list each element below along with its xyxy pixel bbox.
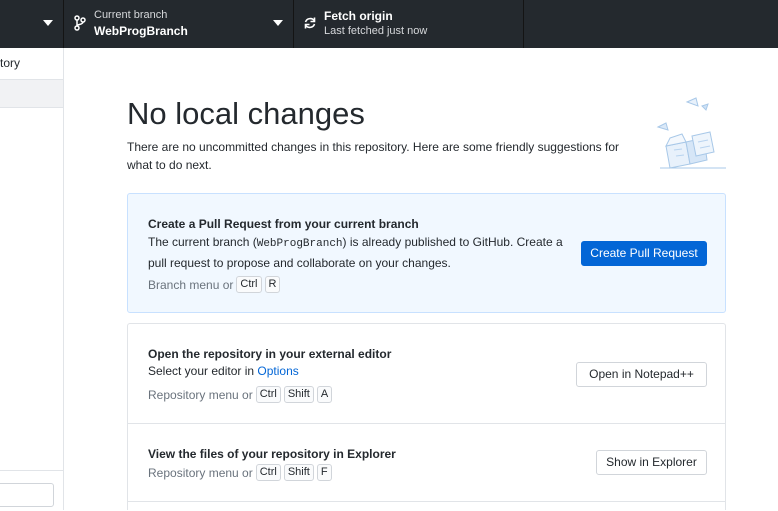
suggestions-group: Open the repository in your external edi… <box>127 323 726 510</box>
branch-name-code: WebProgBranch <box>256 238 343 250</box>
explorer-shortcut: Repository menu or Ctrl Shift F <box>148 464 332 481</box>
kbd-a: A <box>316 386 333 403</box>
pull-request-text-before: The current branch ( <box>148 235 257 249</box>
toolbar: Current branch WebProgBranch Fetch origi… <box>0 0 778 48</box>
sync-icon <box>304 17 316 29</box>
shortcut-prefix: Branch menu or <box>148 277 234 292</box>
kbd-ctrl: Ctrl <box>255 464 281 481</box>
create-pull-request-button[interactable]: Create Pull Request <box>581 241 707 266</box>
show-in-explorer-button[interactable]: Show in Explorer <box>596 450 707 475</box>
kbd-f: F <box>316 464 332 481</box>
options-link[interactable]: Options <box>257 364 298 378</box>
sidebar: tory <box>0 48 64 510</box>
editor-text: Select your editor in <box>148 364 255 378</box>
sidebar-selected-row[interactable] <box>0 79 63 108</box>
fetch-origin-button[interactable]: Fetch origin Last fetched just now <box>294 0 524 48</box>
kbd-r: R <box>264 276 281 293</box>
pull-request-suggestion: Create a Pull Request from your current … <box>127 193 726 313</box>
open-in-editor-button[interactable]: Open in Notepad++ <box>576 362 707 387</box>
current-branch-label: Current branch <box>94 9 168 21</box>
chevron-down-icon <box>43 20 53 26</box>
pull-request-shortcut: Branch menu or Ctrl R <box>148 276 281 293</box>
git-branch-icon <box>74 15 86 31</box>
explorer-suggestion-title: View the files of your repository in Exp… <box>148 447 396 461</box>
pull-request-description: The current branch (WebProgBranch) is al… <box>148 233 568 273</box>
editor-suggestion-description: Select your editor in Options <box>148 362 299 381</box>
repository-selector[interactable] <box>0 0 64 48</box>
fetch-origin-label: Fetch origin <box>324 9 393 23</box>
shortcut-prefix: Repository menu or <box>148 387 253 402</box>
commit-summary-input[interactable] <box>0 483 54 507</box>
current-branch-name: WebProgBranch <box>94 24 188 38</box>
editor-shortcut: Repository menu or Ctrl Shift A <box>148 386 333 403</box>
kbd-ctrl: Ctrl <box>236 276 262 293</box>
tab-history[interactable]: tory <box>0 56 20 70</box>
pull-request-title: Create a Pull Request from your current … <box>148 217 419 231</box>
commit-area <box>0 470 63 511</box>
kbd-shift: Shift <box>283 386 314 403</box>
page-subtitle: There are no uncommitted changes in this… <box>127 140 620 172</box>
branch-selector[interactable]: Current branch WebProgBranch <box>64 0 294 48</box>
empty-state-illustration <box>656 97 726 169</box>
editor-suggestion-title: Open the repository in your external edi… <box>148 347 392 361</box>
divider <box>128 423 725 424</box>
page-title: No local changes <box>127 96 365 131</box>
kbd-ctrl: Ctrl <box>255 386 281 403</box>
divider <box>128 501 725 502</box>
chevron-down-icon <box>273 20 283 26</box>
shortcut-prefix: Repository menu or <box>148 465 253 480</box>
last-fetched-label: Last fetched just now <box>324 25 428 37</box>
kbd-shift: Shift <box>283 464 314 481</box>
